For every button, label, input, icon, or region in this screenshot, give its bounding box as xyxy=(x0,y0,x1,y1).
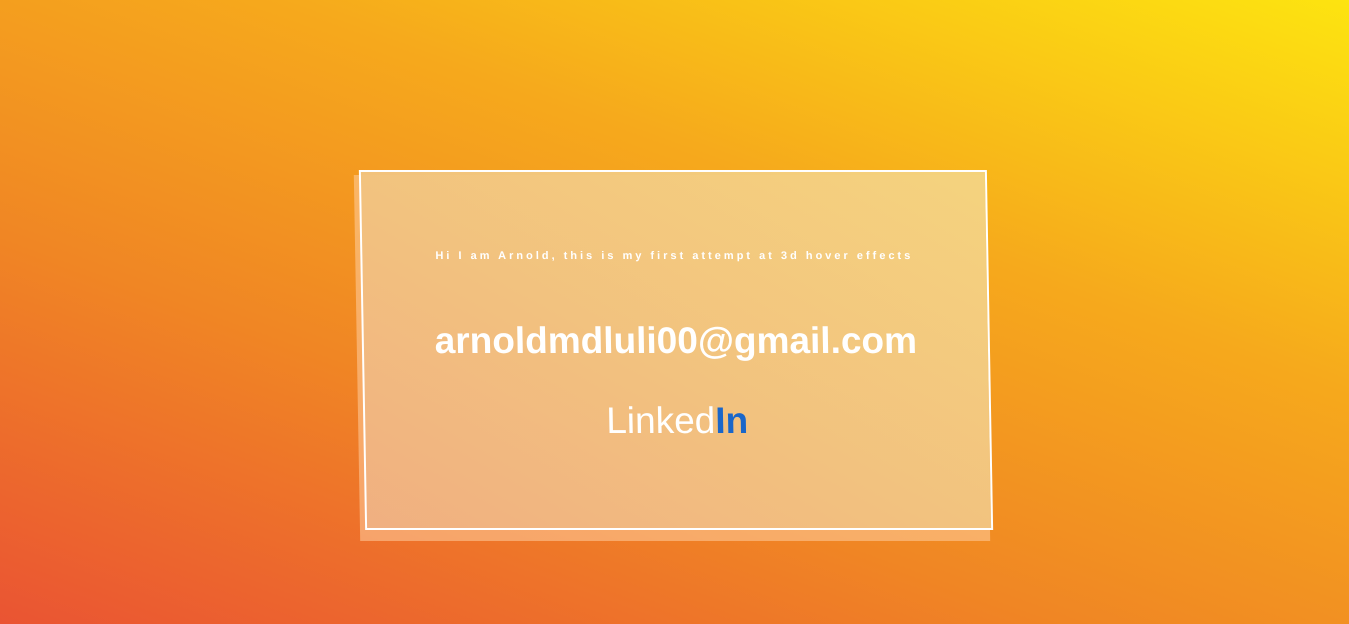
contact-card[interactable]: Hi I am Arnold, this is my first attempt… xyxy=(358,170,994,530)
intro-text: Hi I am Arnold, this is my first attempt… xyxy=(435,250,914,262)
linkedin-label-accent: In xyxy=(714,400,749,441)
linkedin-link[interactable]: LinkedIn xyxy=(365,400,990,442)
linkedin-label-main: Linked xyxy=(605,400,716,441)
email-link[interactable]: arnoldmdluli00@gmail.com xyxy=(363,320,988,362)
